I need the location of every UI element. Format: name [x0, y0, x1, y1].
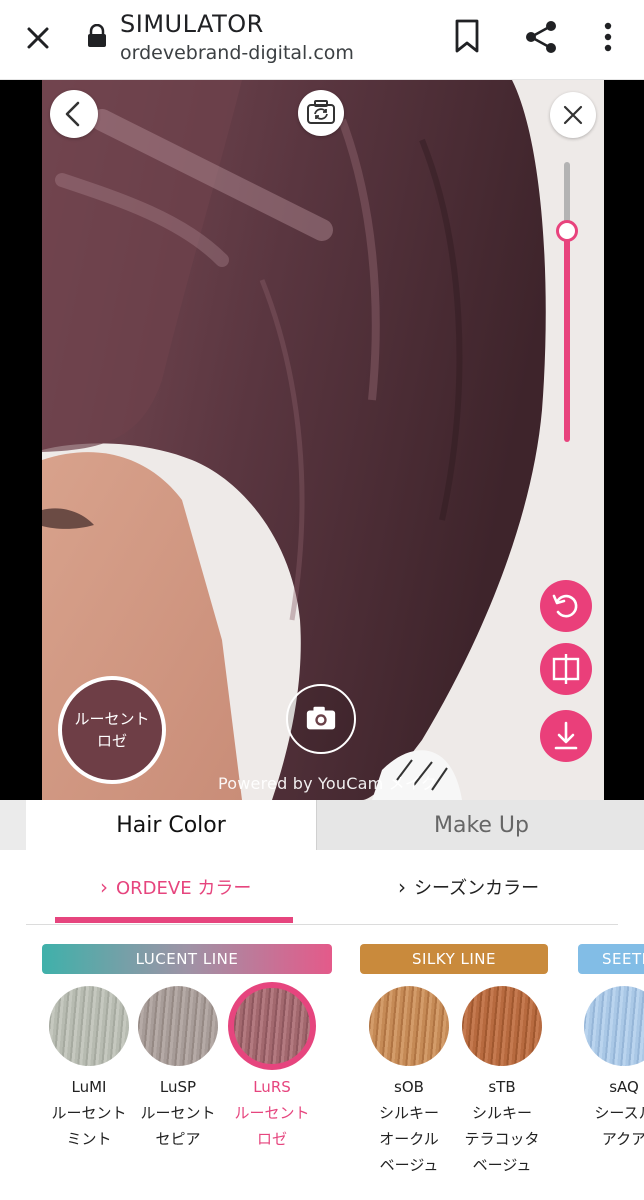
swatch-name-line1: シルキー: [378, 1104, 439, 1122]
swatch-name-line2: テラコッタ: [464, 1130, 540, 1148]
powered-by-text: Powered by YouCam メイク: [218, 774, 437, 793]
swatch-name-line2: オークル: [379, 1130, 439, 1148]
tab-make-up[interactable]: Make Up: [316, 800, 644, 850]
lock-icon: [88, 24, 106, 47]
swatch-name-line2: ロゼ: [256, 1130, 287, 1148]
capture-photo-button[interactable]: [286, 684, 356, 754]
switch-camera-button[interactable]: [298, 90, 344, 136]
swatch-name-line2: セピア: [155, 1130, 201, 1148]
lucent-line-label: LUCENT LINE: [42, 944, 332, 974]
compare-icon: [552, 654, 580, 684]
camera-switch-icon: [307, 100, 335, 124]
tab-hair-color[interactable]: Hair Color: [26, 800, 316, 850]
more-options-icon[interactable]: [596, 18, 620, 56]
bookmark-icon[interactable]: [452, 18, 482, 54]
color-subtabs: › ORDEVE カラー › シーズンカラー: [0, 850, 644, 925]
category-tabs: Hair Color Make Up: [0, 800, 644, 850]
browser-toolbar: SIMULATOR ordevebrand-digital.com: [0, 0, 644, 80]
swatch-code: LuRS: [253, 1078, 291, 1096]
swatch-name-line1: シルキー: [471, 1104, 532, 1122]
selected-color-line2: ロゼ: [96, 732, 127, 750]
camera-preview: ルーセント ロゼ Powered by YouCam メイク: [42, 80, 604, 800]
swatch-stb[interactable]: [462, 986, 542, 1066]
divider: [26, 924, 618, 925]
swatch-lurs[interactable]: [228, 982, 316, 1070]
swatch-code: sAQ: [609, 1078, 639, 1096]
chevron-right-icon: ›: [398, 875, 406, 899]
intensity-slider-thumb[interactable]: [556, 220, 578, 242]
share-icon[interactable]: [522, 18, 560, 56]
page-title: SIMULATOR: [120, 10, 264, 38]
camera-icon: [306, 706, 336, 730]
subtab-season-label: シーズンカラー: [414, 878, 540, 899]
back-button[interactable]: [50, 90, 98, 138]
swatch-code: LuSP: [159, 1078, 197, 1096]
swatch-name-line1: シースル: [594, 1104, 644, 1122]
page-url[interactable]: ordevebrand-digital.com: [120, 42, 354, 64]
download-button[interactable]: [540, 710, 592, 762]
reset-button[interactable]: [540, 580, 592, 632]
swatch-lumi[interactable]: [49, 986, 129, 1066]
swatch-lusp[interactable]: [138, 986, 218, 1066]
reset-icon: [552, 594, 578, 618]
subtab-ordeve-color[interactable]: › ORDEVE カラー: [100, 874, 251, 900]
close-icon: [563, 105, 583, 125]
download-icon: [554, 721, 578, 750]
swatch-name-line2: アクア: [601, 1130, 644, 1148]
swatch-sob-label[interactable]: sOB シルキー オークル ベージュ: [361, 1074, 457, 1178]
swatch-saq[interactable]: [584, 986, 644, 1066]
swatch-lusp-label[interactable]: LuSP ルーセント セピア: [130, 1074, 226, 1152]
silky-line-label: SILKY LINE: [360, 944, 548, 974]
swatch-saq-label[interactable]: sAQ シースル アクア: [576, 1074, 644, 1152]
compare-button[interactable]: [540, 643, 592, 695]
subtab-season-color[interactable]: › シーズンカラー: [398, 874, 539, 900]
swatch-code: sOB: [394, 1078, 424, 1096]
subtab-ordeve-label: ORDEVE カラー: [116, 878, 252, 899]
swatch-name-line1: ルーセント: [234, 1104, 310, 1122]
active-subtab-indicator: [55, 917, 293, 923]
selected-color-badge: ルーセント ロゼ: [58, 676, 166, 784]
simulator-stage: ルーセント ロゼ Powered by YouCam メイク: [0, 80, 644, 800]
close-icon[interactable]: [20, 20, 56, 56]
swatch-code: sTB: [488, 1078, 516, 1096]
close-simulator-button[interactable]: [550, 92, 596, 138]
swatch-name-line2: ミント: [66, 1130, 112, 1148]
swatch-name-line1: ルーセント: [51, 1104, 127, 1122]
swatch-stb-label[interactable]: sTB シルキー テラコッタ ベージュ: [454, 1074, 550, 1178]
swatch-lurs-label[interactable]: LuRS ルーセント ロゼ: [224, 1074, 320, 1152]
seeth-line-label: SEETH: [578, 944, 644, 974]
chevron-left-icon: [65, 101, 80, 127]
swatch-name-line3: ベージュ: [379, 1156, 439, 1174]
selected-color-line1: ルーセント: [74, 710, 150, 728]
swatch-name-line1: ルーセント: [140, 1104, 216, 1122]
swatch-lumi-label[interactable]: LuMI ルーセント ミント: [41, 1074, 137, 1152]
intensity-slider-fill[interactable]: [564, 232, 570, 442]
swatch-code: LuMI: [71, 1078, 107, 1096]
swatch-sob[interactable]: [369, 986, 449, 1066]
chevron-right-icon: ›: [100, 875, 108, 899]
swatch-name-line3: ベージュ: [472, 1156, 532, 1174]
